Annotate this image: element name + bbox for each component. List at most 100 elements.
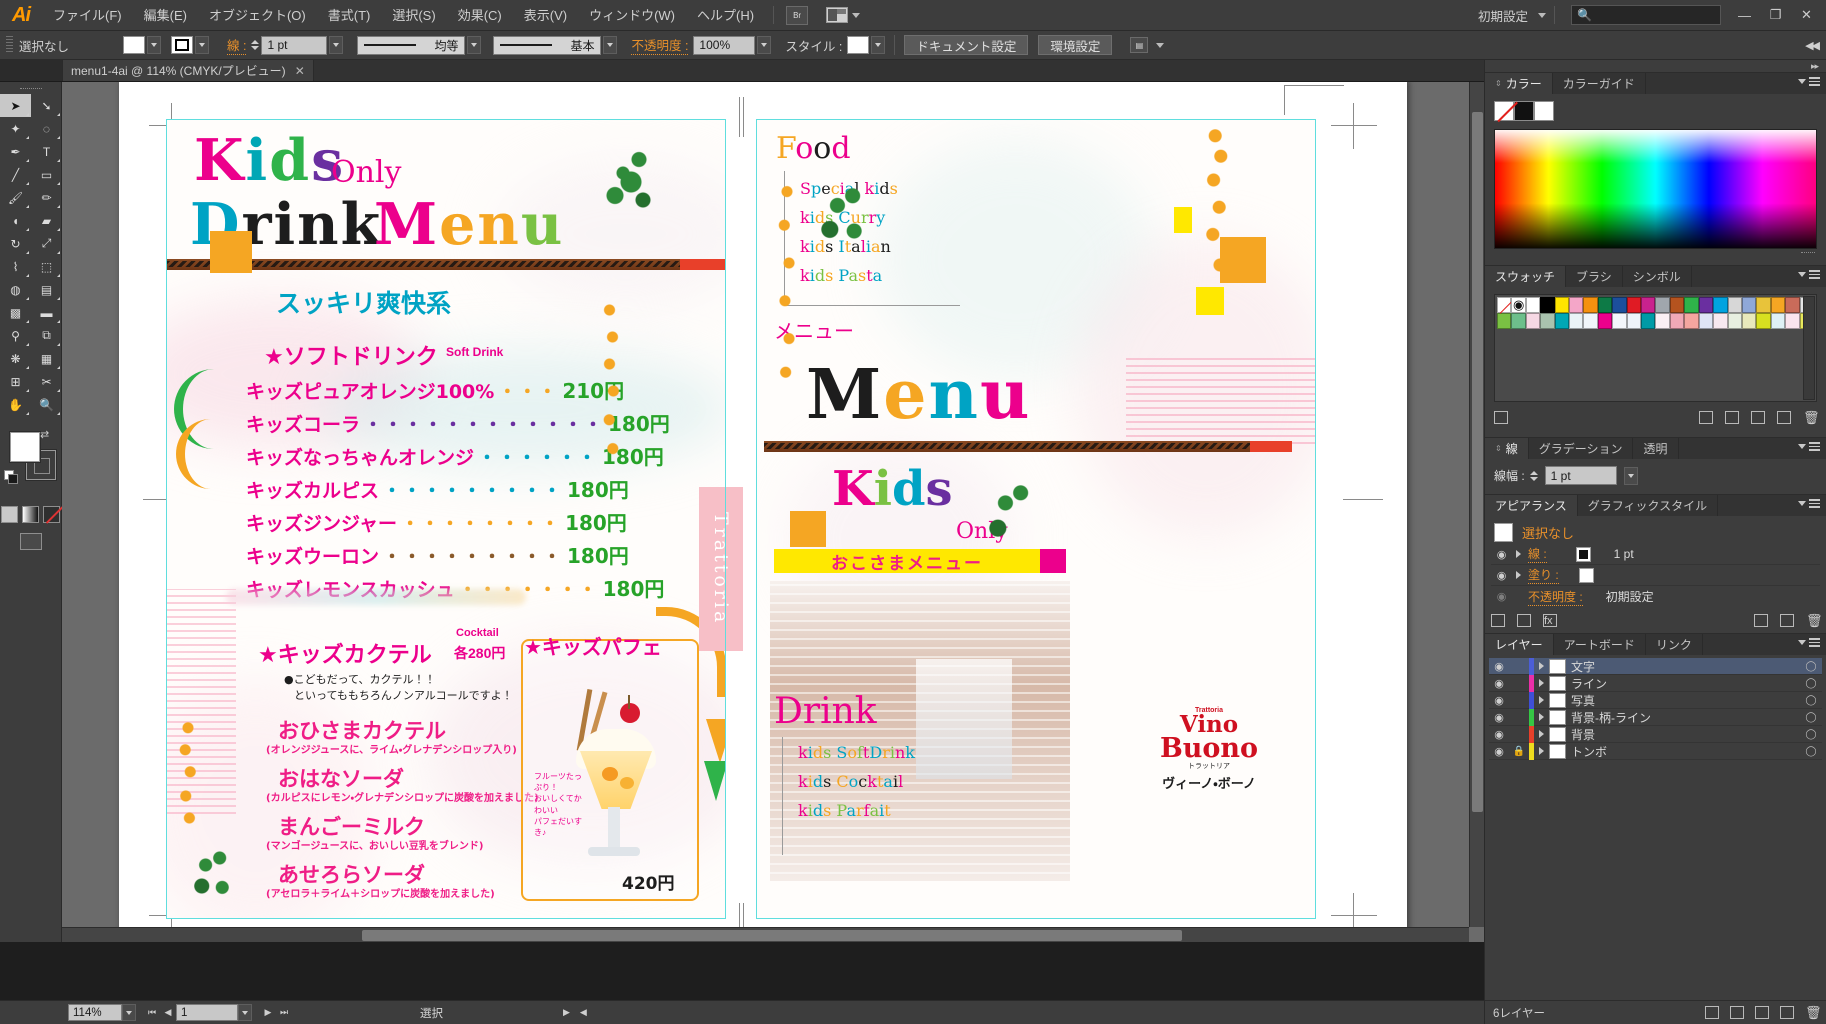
swatch-options-icon[interactable]	[1725, 410, 1739, 424]
control-bar-grip[interactable]	[6, 36, 13, 54]
fill-swatch[interactable]	[9, 431, 41, 463]
layer-target-icon[interactable]: ◯	[1800, 661, 1822, 672]
layer-target-icon[interactable]: ◯	[1800, 712, 1822, 723]
canvas-vertical-scroll-thumb[interactable]	[1472, 112, 1483, 812]
artboard-tool[interactable]: ⊞	[0, 370, 31, 393]
rectangle-tool[interactable]: ▭	[31, 163, 62, 186]
eye-icon[interactable]: ◉	[1489, 677, 1509, 690]
layer-name[interactable]: 文字	[1571, 658, 1800, 675]
expand-triangle-icon[interactable]	[1534, 730, 1549, 738]
appearance-opacity-label[interactable]: 不透明度 :	[1528, 588, 1583, 606]
symbol-sprayer-tool[interactable]: ❋	[0, 347, 31, 370]
search-input[interactable]: 🔍	[1571, 5, 1721, 25]
menu-page-left[interactable]: Kids Only Drink Menu スッキリ爽快系 ★ソフトドリンク So…	[166, 119, 726, 919]
expand-triangle-icon[interactable]	[1534, 747, 1549, 755]
appearance-stroke-weight[interactable]: 1 pt	[1614, 547, 1634, 561]
stroke-panel-menu-button[interactable]	[1798, 442, 1820, 451]
expand-triangle-icon[interactable]	[1534, 662, 1549, 670]
eye-icon[interactable]: ◉	[1494, 590, 1509, 603]
swatch-color[interactable]	[1669, 313, 1685, 329]
fill-dropdown-button[interactable]	[147, 36, 162, 54]
appearance-panel-menu-button[interactable]	[1798, 499, 1820, 508]
swatch-color[interactable]	[1569, 313, 1584, 329]
delete-swatch-icon[interactable]: 🗑	[1803, 411, 1820, 424]
canvas-area[interactable]: Kids Only Drink Menu スッキリ爽快系 ★ソフトドリンク So…	[62, 82, 1484, 942]
swatch-color[interactable]	[1756, 313, 1771, 329]
layer-name[interactable]: ライン	[1571, 675, 1800, 692]
layer-row[interactable]: ◉ 写真 ◯	[1489, 691, 1822, 709]
pen-tool[interactable]: ✒	[0, 140, 31, 163]
tab-color[interactable]: ⇕ カラー	[1485, 73, 1553, 94]
workspace-switcher[interactable]: 初期設定	[1472, 6, 1534, 25]
appearance-row-fill[interactable]: ◉ 塗り :	[1491, 565, 1820, 586]
swatch-color[interactable]	[1684, 313, 1699, 329]
layer-target-icon[interactable]: ◯	[1800, 678, 1822, 689]
default-fill-stroke-icon[interactable]	[4, 470, 18, 484]
opacity-label[interactable]: 不透明度 :	[631, 35, 689, 55]
locate-object-icon[interactable]	[1705, 1006, 1719, 1019]
stroke-weight-stepper[interactable]	[251, 40, 260, 50]
menu-item-type[interactable]: 書式(T)	[317, 0, 382, 31]
width-tool[interactable]: ⌇	[0, 255, 31, 278]
swatches-scrollbar[interactable]	[1803, 296, 1815, 400]
expand-triangle-icon[interactable]	[1516, 550, 1521, 558]
dock-collapse-button[interactable]: ▸▸	[1485, 60, 1826, 72]
swatch-color[interactable]	[1597, 297, 1613, 313]
magic-wand-tool[interactable]: ✦	[0, 117, 31, 140]
line-segment-tool[interactable]: ╱	[0, 163, 31, 186]
swatch-color[interactable]	[1785, 313, 1800, 329]
first-artboard-button[interactable]: ⏮	[144, 1004, 160, 1021]
swatch-color[interactable]	[1741, 313, 1757, 329]
swap-fill-stroke-icon[interactable]: ⇄	[40, 428, 49, 441]
zoom-tool[interactable]: 🔍	[31, 393, 62, 416]
canvas-horizontal-scroll-thumb[interactable]	[362, 930, 1182, 941]
stroke-weight-label[interactable]: 線 :	[227, 35, 247, 55]
layer-name[interactable]: 背景-柄-ライン	[1571, 709, 1800, 726]
tab-brushes[interactable]: ブラシ	[1566, 266, 1623, 287]
layer-row[interactable]: ◉ 🔒 トンボ ◯	[1489, 742, 1822, 760]
expand-triangle-icon[interactable]	[1516, 571, 1521, 579]
previous-artboard-button[interactable]: ◀	[160, 1004, 176, 1021]
layer-target-icon[interactable]: ◯	[1800, 746, 1822, 757]
slice-tool[interactable]: ✂	[31, 370, 62, 393]
tab-layers[interactable]: レイヤー	[1485, 634, 1554, 655]
type-tool[interactable]: T	[31, 140, 62, 163]
swatch-color[interactable]	[1727, 297, 1742, 313]
swatch-color[interactable]	[1713, 313, 1728, 329]
swatch-color[interactable]	[1540, 313, 1555, 329]
stroke-weight-value-input[interactable]: 1 pt	[1544, 466, 1617, 485]
bridge-icon[interactable]: Br	[786, 5, 809, 25]
opacity-dropdown[interactable]	[757, 36, 772, 54]
tab-graphic-styles[interactable]: グラフィックスタイル	[1577, 495, 1719, 516]
last-artboard-button[interactable]: ⏭	[276, 1004, 292, 1021]
layer-target-icon[interactable]: ◯	[1800, 695, 1822, 706]
menu-item-file[interactable]: ファイル(F)	[42, 0, 133, 31]
gradient-tool[interactable]: ▬	[31, 301, 62, 324]
swatch-color[interactable]	[1741, 297, 1757, 313]
delete-item-icon[interactable]: 🗑	[1806, 614, 1823, 627]
color-chip-white[interactable]	[1534, 101, 1554, 121]
swatch-color[interactable]	[1698, 313, 1714, 329]
appearance-row-stroke[interactable]: ◉ 線 : 1 pt	[1491, 544, 1820, 565]
artboard[interactable]: Kids Only Drink Menu スッキリ爽快系 ★ソフトドリンク So…	[119, 82, 1407, 942]
close-button[interactable]: ✕	[1791, 3, 1822, 27]
graphic-style-button[interactable]	[847, 36, 870, 54]
swatches-panel-menu-button[interactable]	[1798, 270, 1820, 279]
swatch-color[interactable]	[1554, 297, 1570, 313]
fill-color-button[interactable]	[123, 36, 146, 54]
rotate-tool[interactable]: ↻	[0, 232, 31, 255]
expand-triangle-icon[interactable]	[1534, 713, 1549, 721]
color-panel-resize-grip[interactable]	[1494, 249, 1817, 256]
hand-tool[interactable]: ✋	[0, 393, 31, 416]
layer-row[interactable]: ◉ ライン ◯	[1489, 674, 1822, 692]
blob-brush-tool[interactable]: ◖	[0, 209, 31, 232]
stroke-profile-select[interactable]: 均等	[357, 35, 466, 55]
align-options-button[interactable]: ▤	[1126, 37, 1165, 53]
paintbrush-tool[interactable]: 🖌	[0, 186, 31, 209]
eye-icon[interactable]: ◉	[1494, 548, 1509, 561]
zoom-dropdown-button[interactable]	[122, 1004, 136, 1021]
maximize-button[interactable]: ❐	[1760, 3, 1791, 27]
free-transform-tool[interactable]: ⬚	[31, 255, 62, 278]
preferences-button[interactable]: 環境設定	[1038, 35, 1113, 55]
stroke-weight-input[interactable]: 1 pt	[261, 35, 328, 55]
